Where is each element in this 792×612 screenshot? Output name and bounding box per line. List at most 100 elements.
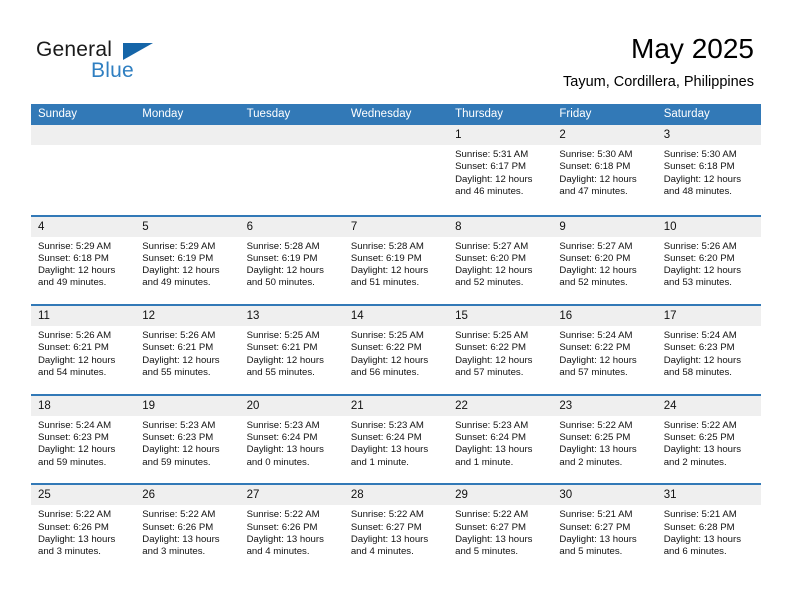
calendar-day-cell-empty: [31, 125, 136, 215]
sunrise-text: Sunrise: 5:28 AM: [246, 240, 320, 252]
day-number: 20: [246, 399, 260, 412]
calendar-week-row: 18 Sunrise: 5:24 AM Sunset: 6:23 PM Dayligh…: [31, 393, 761, 484]
day-details: Sunrise: 5:27 AM Sunset: 6:20 PM Daylight:…: [448, 238, 552, 290]
calendar-day-cell[interactable]: 26 Sunrise: 5:22 AM Sunset: 6:26 PM Dayligh…: [135, 485, 240, 573]
calendar-day-cell[interactable]: 9 Sunrise: 5:27 AM Sunset: 6:20 PM Daylight…: [552, 216, 657, 305]
sunset-text: Sunset: 6:26 PM: [38, 521, 109, 533]
daylight-text-line1: Daylight: 13 hours: [142, 533, 220, 545]
sunrise-text: Sunrise: 5:27 AM: [559, 240, 633, 252]
calendar-day-cell[interactable]: 11 Sunrise: 5:26 AM Sunset: 6:21 PM Dayligh…: [31, 306, 136, 394]
day-number-band: 21: [343, 395, 449, 417]
daylight-text-line1: Daylight: 13 hours: [350, 533, 429, 545]
sunset-text: Sunset: 6:24 PM: [350, 432, 422, 444]
calendar-day-cell[interactable]: 25 Sunrise: 5:22 AM Sunset: 6:26 PM Dayligh…: [31, 485, 136, 573]
day-number-band: 23: [552, 395, 657, 417]
daylight-text-line1: Daylight: 12 hours: [663, 265, 742, 277]
calendar-day-cell[interactable]: 30 Sunrise: 5:21 AM Sunset: 6:27 PM Dayligh…: [552, 485, 657, 573]
calendar-day-cell[interactable]: 8 Sunrise: 5:27 AM Sunset: 6:20 PM Daylight…: [448, 216, 553, 305]
day-number: 25: [38, 489, 51, 502]
calendar-day-cell[interactable]: 14 Sunrise: 5:25 AM Sunset: 6:22 PM Dayligh…: [343, 306, 449, 394]
calendar-day-cell[interactable]: 20 Sunrise: 5:23 AM Sunset: 6:24 PM Dayligh…: [239, 395, 344, 484]
daylight-text-line1: Daylight: 12 hours: [142, 354, 220, 366]
day-number: 12: [142, 310, 156, 323]
calendar-day-cell-empty: [135, 125, 240, 215]
calendar-day-cell[interactable]: 22 Sunrise: 5:23 AM Sunset: 6:24 PM Dayligh…: [448, 395, 553, 484]
sunrise-text: Sunrise: 5:30 AM: [559, 149, 633, 160]
calendar-day-cell[interactable]: 4 Sunrise: 5:29 AM Sunset: 6:18 PM Daylight…: [31, 216, 136, 305]
day-details: Sunrise: 5:24 AM Sunset: 6:23 PM Daylight:…: [31, 417, 135, 469]
day-details: Sunrise: 5:23 AM Sunset: 6:24 PM Daylight:…: [240, 417, 344, 469]
daylight-text-line1: Daylight: 13 hours: [559, 533, 637, 545]
day-details: Sunrise: 5:24 AM Sunset: 6:22 PM Daylight:…: [552, 327, 656, 379]
daylight-text-line2: and 6 minutes.: [663, 546, 727, 558]
day-number-band: 27: [239, 485, 344, 507]
day-number: 26: [142, 489, 156, 502]
daylight-text-line2: and 57 minutes.: [455, 367, 524, 379]
daylight-text-line2: and 5 minutes.: [455, 546, 519, 558]
sunrise-text: Sunrise: 5:26 AM: [38, 330, 112, 342]
calendar-day-cell[interactable]: 6 Sunrise: 5:28 AM Sunset: 6:19 PM Daylight…: [239, 216, 344, 305]
sunset-text: Sunset: 6:27 PM: [559, 521, 631, 533]
day-number-band: 2: [552, 125, 657, 146]
sunset-text: Sunset: 6:26 PM: [142, 521, 214, 533]
day-details: Sunrise: 5:30 AM Sunset: 6:18 PM Daylight:…: [657, 146, 761, 198]
day-number: 19: [142, 399, 156, 412]
calendar-day-cell[interactable]: 27 Sunrise: 5:22 AM Sunset: 6:26 PM Dayligh…: [239, 485, 344, 573]
sunset-text: Sunset: 6:17 PM: [455, 161, 527, 173]
brand-name-blue: Blue: [91, 59, 134, 82]
calendar-day-cell[interactable]: 23 Sunrise: 5:22 AM Sunset: 6:25 PM Dayligh…: [552, 395, 657, 484]
daylight-text-line1: Daylight: 12 hours: [142, 265, 220, 277]
brand-logo[interactable]: General Blue: [36, 38, 236, 88]
sunrise-text: Sunrise: 5:23 AM: [142, 419, 216, 431]
calendar-day-cell[interactable]: 21 Sunrise: 5:23 AM Sunset: 6:24 PM Dayligh…: [343, 395, 449, 484]
day-number-band: [135, 125, 240, 146]
day-details: Sunrise: 5:26 AM Sunset: 6:21 PM Daylight:…: [31, 327, 135, 379]
day-number-band: 26: [135, 485, 240, 507]
calendar-day-cell[interactable]: 15 Sunrise: 5:25 AM Sunset: 6:22 PM Dayligh…: [448, 306, 553, 394]
calendar-day-cell[interactable]: 7 Sunrise: 5:28 AM Sunset: 6:19 PM Daylight…: [343, 216, 449, 305]
day-number: 23: [559, 399, 573, 412]
calendar-day-cell[interactable]: 16 Sunrise: 5:24 AM Sunset: 6:22 PM Dayligh…: [552, 306, 657, 394]
day-number: 28: [350, 489, 364, 502]
calendar-day-cell[interactable]: 17 Sunrise: 5:24 AM Sunset: 6:23 PM Dayligh…: [656, 306, 761, 394]
day-number: 17: [663, 310, 677, 323]
daylight-text-line1: Daylight: 13 hours: [663, 533, 742, 545]
calendar-day-cell[interactable]: 12 Sunrise: 5:26 AM Sunset: 6:21 PM Dayligh…: [135, 306, 240, 394]
sunset-text: Sunset: 6:27 PM: [455, 521, 527, 533]
daylight-text-line1: Daylight: 12 hours: [246, 354, 324, 366]
calendar-day-cell[interactable]: 31 Sunrise: 5:21 AM Sunset: 6:28 PM Dayligh…: [656, 485, 761, 573]
day-number-band: 24: [656, 395, 761, 417]
calendar-day-cell[interactable]: 29 Sunrise: 5:22 AM Sunset: 6:27 PM Dayligh…: [448, 485, 553, 573]
day-details: Sunrise: 5:25 AM Sunset: 6:22 PM Daylight:…: [448, 327, 552, 379]
calendar-day-cell[interactable]: 24 Sunrise: 5:22 AM Sunset: 6:25 PM Dayligh…: [656, 395, 761, 484]
calendar-day-cell[interactable]: 3 Sunrise: 5:30 AM Sunset: 6:18 PM Daylight…: [656, 125, 761, 215]
day-number: 31: [663, 489, 677, 502]
calendar-day-cell[interactable]: 1 Sunrise: 5:31 AM Sunset: 6:17 PM Daylight…: [448, 125, 553, 215]
calendar-day-cell[interactable]: 19 Sunrise: 5:23 AM Sunset: 6:23 PM Dayligh…: [135, 395, 240, 484]
daylight-text-line1: Daylight: 12 hours: [559, 265, 637, 277]
day-number: 30: [559, 489, 573, 502]
calendar-day-cell[interactable]: 28 Sunrise: 5:22 AM Sunset: 6:27 PM Dayligh…: [343, 485, 449, 573]
calendar-day-cell[interactable]: 10 Sunrise: 5:26 AM Sunset: 6:20 PM Dayligh…: [656, 216, 761, 305]
calendar-day-cell[interactable]: 5 Sunrise: 5:29 AM Sunset: 6:19 PM Daylight…: [135, 216, 240, 305]
daylight-text-line2: and 48 minutes.: [663, 185, 732, 197]
day-number: 10: [663, 220, 677, 233]
sunrise-text: Sunrise: 5:29 AM: [38, 240, 112, 252]
sunrise-text: Sunrise: 5:22 AM: [455, 509, 529, 521]
daylight-text-line2: and 54 minutes.: [38, 367, 107, 379]
day-number-band: 17: [656, 306, 761, 328]
calendar-day-cell[interactable]: 13 Sunrise: 5:25 AM Sunset: 6:21 PM Dayligh…: [239, 306, 344, 394]
day-details: Sunrise: 5:25 AM Sunset: 6:22 PM Daylight:…: [344, 327, 448, 379]
calendar-day-cell[interactable]: 2 Sunrise: 5:30 AM Sunset: 6:18 PM Daylight…: [552, 125, 657, 215]
sunrise-text: Sunrise: 5:30 AM: [663, 149, 737, 160]
sunset-text: Sunset: 6:19 PM: [246, 252, 318, 264]
calendar-day-cell[interactable]: 18 Sunrise: 5:24 AM Sunset: 6:23 PM Dayligh…: [31, 395, 136, 484]
day-number-band: 13: [239, 306, 344, 328]
calendar-day-cell-empty: [239, 125, 344, 215]
sunset-text: Sunset: 6:22 PM: [559, 342, 631, 354]
daylight-text-line2: and 59 minutes.: [142, 456, 211, 468]
sunset-text: Sunset: 6:20 PM: [455, 252, 527, 264]
sunset-text: Sunset: 6:26 PM: [246, 521, 318, 533]
day-details: Sunrise: 5:31 AM Sunset: 6:17 PM Daylight:…: [448, 146, 552, 198]
day-number-band: 20: [239, 395, 344, 417]
